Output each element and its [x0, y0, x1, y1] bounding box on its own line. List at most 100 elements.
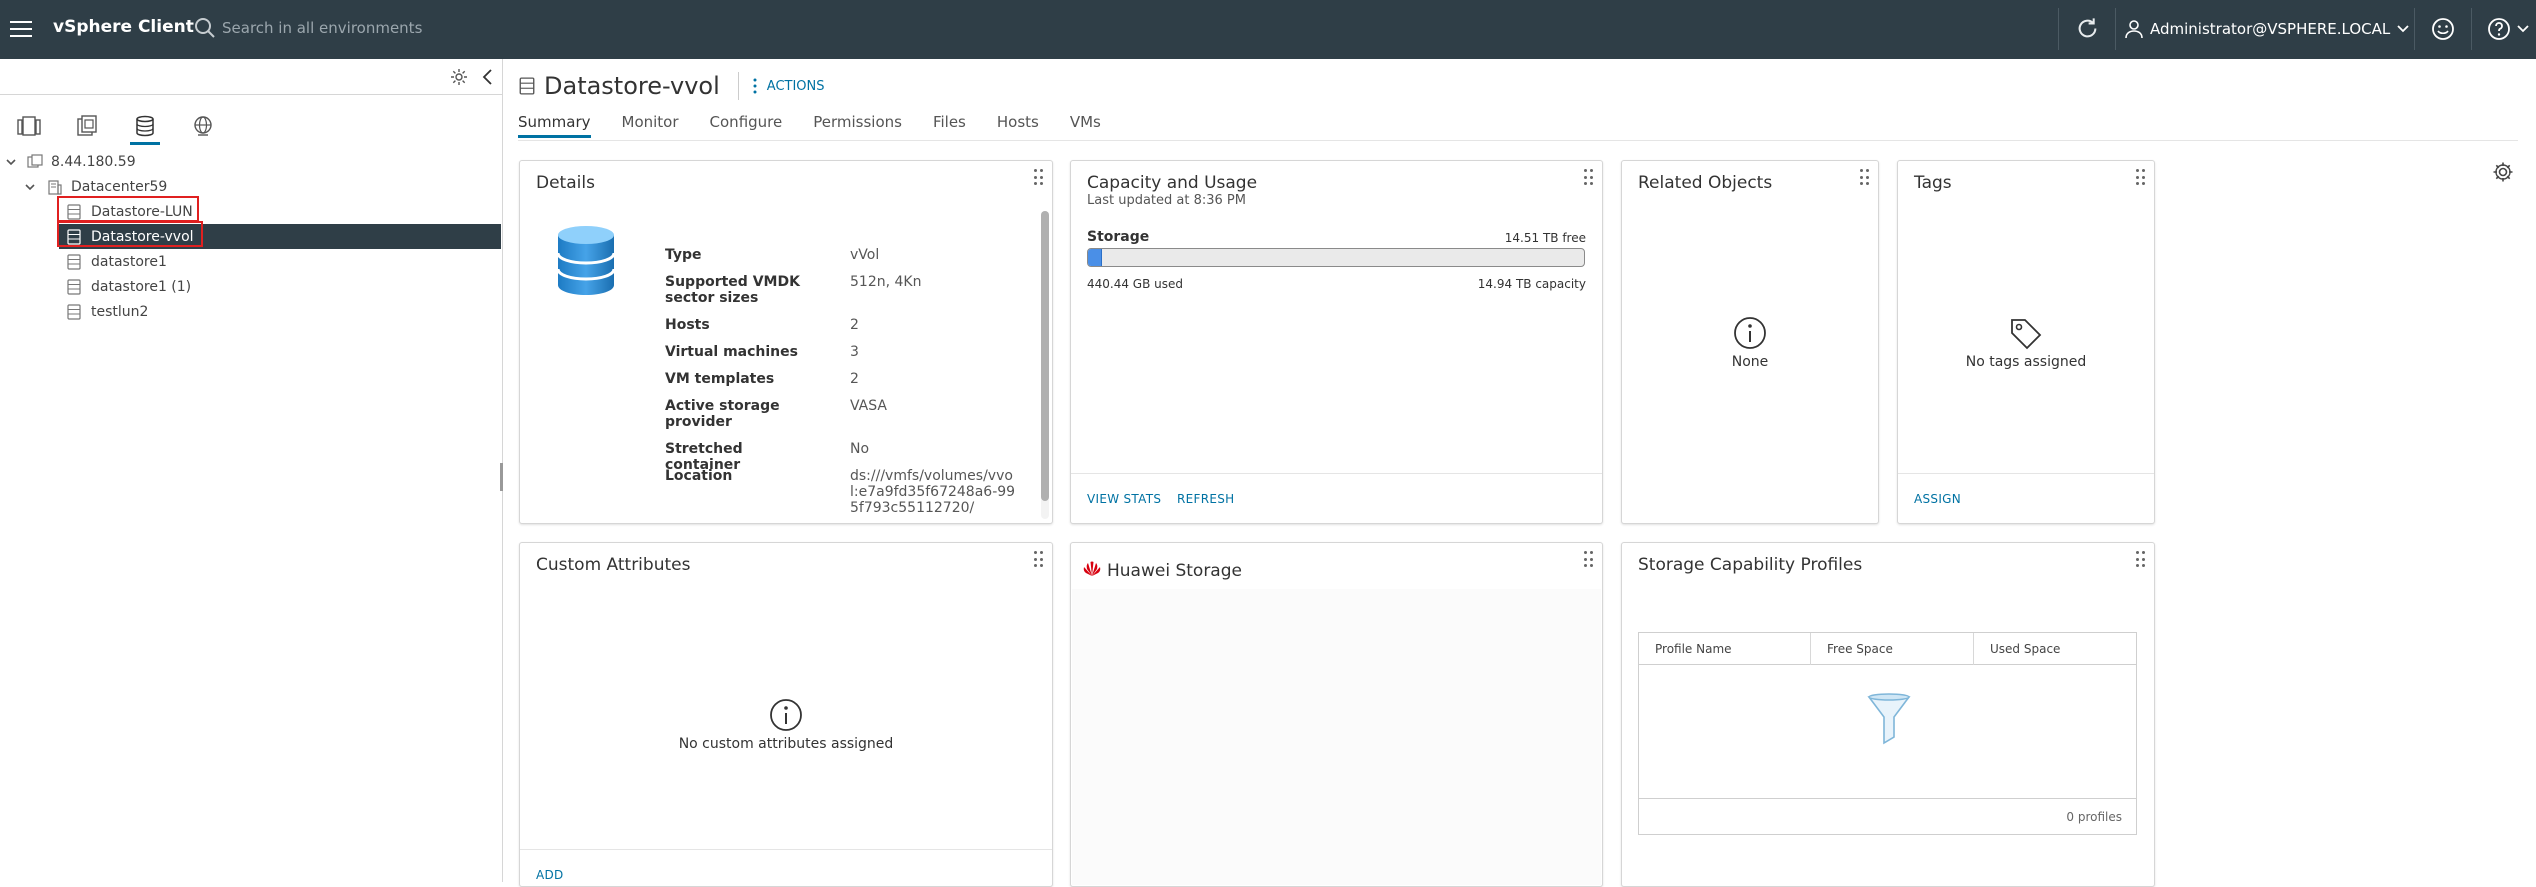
tree-item-label: datastore1 (1) [91, 278, 192, 295]
tab-vms-templates[interactable] [58, 109, 116, 143]
card-title: Storage Capability Profiles [1638, 555, 1863, 575]
datastore-large-icon [556, 226, 616, 295]
scrollbar[interactable] [1041, 211, 1049, 519]
detail-value: 2 [850, 317, 859, 333]
divider [518, 140, 2518, 141]
datacenter-icon [48, 179, 62, 195]
huawei-storage-card: Huawei Storage [1070, 542, 1603, 887]
tree-item-vcenter[interactable]: 8.44.180.59 [0, 149, 503, 174]
refresh-icon[interactable] [2074, 15, 2101, 42]
view-stats-link[interactable]: VIEW STATS [1087, 492, 1161, 506]
profiles-count: 0 profiles [2066, 810, 2122, 824]
actions-button[interactable]: ACTIONS [753, 78, 825, 94]
tree-item-datastore-selected[interactable]: Datastore-vvol [59, 224, 501, 249]
navigator-toolbar [0, 59, 503, 95]
divider [1898, 473, 2154, 474]
tab-networking[interactable] [174, 109, 232, 143]
user-name: Administrator@VSPHERE.LOCAL [2150, 20, 2391, 38]
app-title[interactable]: vSphere Client [53, 17, 194, 37]
object-tabs: Summary Monitor Configure Permissions Fi… [518, 113, 1132, 141]
drag-handle-icon[interactable] [2136, 169, 2146, 187]
datastore-icon [67, 228, 81, 245]
column-header-free-space[interactable]: Free Space [1811, 633, 1974, 665]
drag-handle-icon[interactable] [1034, 551, 1044, 569]
custom-attributes-card: Custom Attributes No custom attributes a… [519, 542, 1053, 887]
card-title: Custom Attributes [536, 555, 691, 575]
tree-item-datastore[interactable]: datastore1 (1) [0, 274, 503, 299]
tab-monitor[interactable]: Monitor [622, 113, 679, 141]
tags-card: Tags No tags assigned ASSIGN [1897, 160, 2155, 524]
tree-item-label: 8.44.180.59 [51, 153, 136, 170]
help-menu[interactable] [2486, 16, 2530, 42]
divider [737, 72, 739, 100]
help-icon [2488, 18, 2510, 40]
chevron-down-icon [2517, 25, 2529, 33]
hosts-clusters-icon [17, 116, 41, 136]
column-header-used-space[interactable]: Used Space [1974, 633, 2136, 665]
search-icon[interactable] [193, 16, 217, 40]
tree-item-datastore[interactable]: testlun2 [0, 299, 503, 324]
inventory-navigator: 8.44.180.59 Datacenter59 Datastore-LUN D [0, 59, 503, 882]
datastore-icon [67, 253, 81, 270]
datastore-icon [519, 77, 535, 95]
chevron-down-icon[interactable] [24, 181, 36, 193]
gear-icon[interactable] [2491, 160, 2515, 184]
info-icon [770, 699, 802, 731]
refresh-link[interactable]: REFRESH [1177, 492, 1234, 506]
global-search-input[interactable] [222, 14, 642, 42]
actions-label: ACTIONS [766, 78, 825, 94]
tree-item-label: Datastore-vvol [91, 228, 194, 245]
collapse-chevron-icon[interactable] [478, 67, 498, 87]
datastore-icon [67, 303, 81, 320]
datastore-icon [67, 203, 81, 220]
detail-label: Hosts [665, 317, 710, 333]
card-title: Huawei Storage [1107, 561, 1242, 581]
drag-handle-icon[interactable] [1584, 169, 1594, 187]
tab-hosts-clusters[interactable] [0, 109, 58, 143]
datastore-icon [67, 278, 81, 295]
tab-configure[interactable]: Configure [710, 113, 783, 141]
empty-state: No tags assigned [1898, 316, 2154, 370]
details-card: Details Type vVol Supported VMDK sector … [519, 160, 1053, 524]
empty-text: No custom attributes assigned [678, 736, 894, 752]
detail-value: 2 [850, 371, 859, 387]
tree-item-datacenter[interactable]: Datacenter59 [0, 174, 503, 199]
tab-storage[interactable] [116, 109, 174, 145]
chevron-down-icon [2397, 25, 2409, 33]
drag-handle-icon[interactable] [1584, 551, 1594, 569]
inventory-tree: 8.44.180.59 Datacenter59 Datastore-LUN D [0, 149, 503, 324]
scrollbar-thumb[interactable] [1041, 211, 1049, 501]
assign-tag-link[interactable]: ASSIGN [1914, 492, 1961, 506]
tab-hosts[interactable]: Hosts [997, 113, 1039, 141]
menu-icon[interactable] [10, 16, 36, 42]
card-title: Tags [1914, 173, 1952, 193]
drag-handle-icon[interactable] [1860, 169, 1870, 187]
tab-permissions[interactable]: Permissions [813, 113, 902, 141]
kebab-menu-icon [753, 78, 757, 94]
object-header: Datastore-vvol ACTIONS [518, 71, 825, 101]
user-icon [2125, 20, 2143, 39]
tag-icon [2011, 319, 2042, 350]
divider [1071, 473, 1602, 474]
top-bar: vSphere Client Administrator@VSPHERE.LOC… [0, 0, 2536, 59]
tab-summary[interactable]: Summary [518, 113, 591, 141]
detail-value: 512n, 4Kn [850, 274, 922, 290]
drag-handle-icon[interactable] [2136, 551, 2146, 569]
drag-handle-icon[interactable] [1034, 169, 1044, 187]
detail-label: Supported VMDK sector sizes [665, 274, 800, 306]
add-attribute-link[interactable]: ADD [536, 868, 564, 882]
user-menu[interactable]: Administrator@VSPHERE.LOCAL [2124, 16, 2410, 42]
detail-value: VASA [850, 398, 887, 414]
page-title: Datastore-vvol [544, 72, 720, 100]
tab-vms[interactable]: VMs [1070, 113, 1101, 141]
tree-item-datastore[interactable]: Datastore-LUN [0, 199, 503, 224]
gear-icon[interactable] [449, 67, 469, 87]
column-header-profile-name[interactable]: Profile Name [1639, 633, 1811, 665]
divider [2414, 8, 2415, 50]
feedback-smiley-icon[interactable] [2430, 16, 2456, 42]
tab-files[interactable]: Files [933, 113, 966, 141]
tree-item-datastore[interactable]: datastore1 [0, 249, 503, 274]
detail-label: VM templates [665, 371, 775, 387]
free-space-text: 14.51 TB free [1504, 231, 1586, 245]
chevron-down-icon[interactable] [5, 156, 17, 168]
